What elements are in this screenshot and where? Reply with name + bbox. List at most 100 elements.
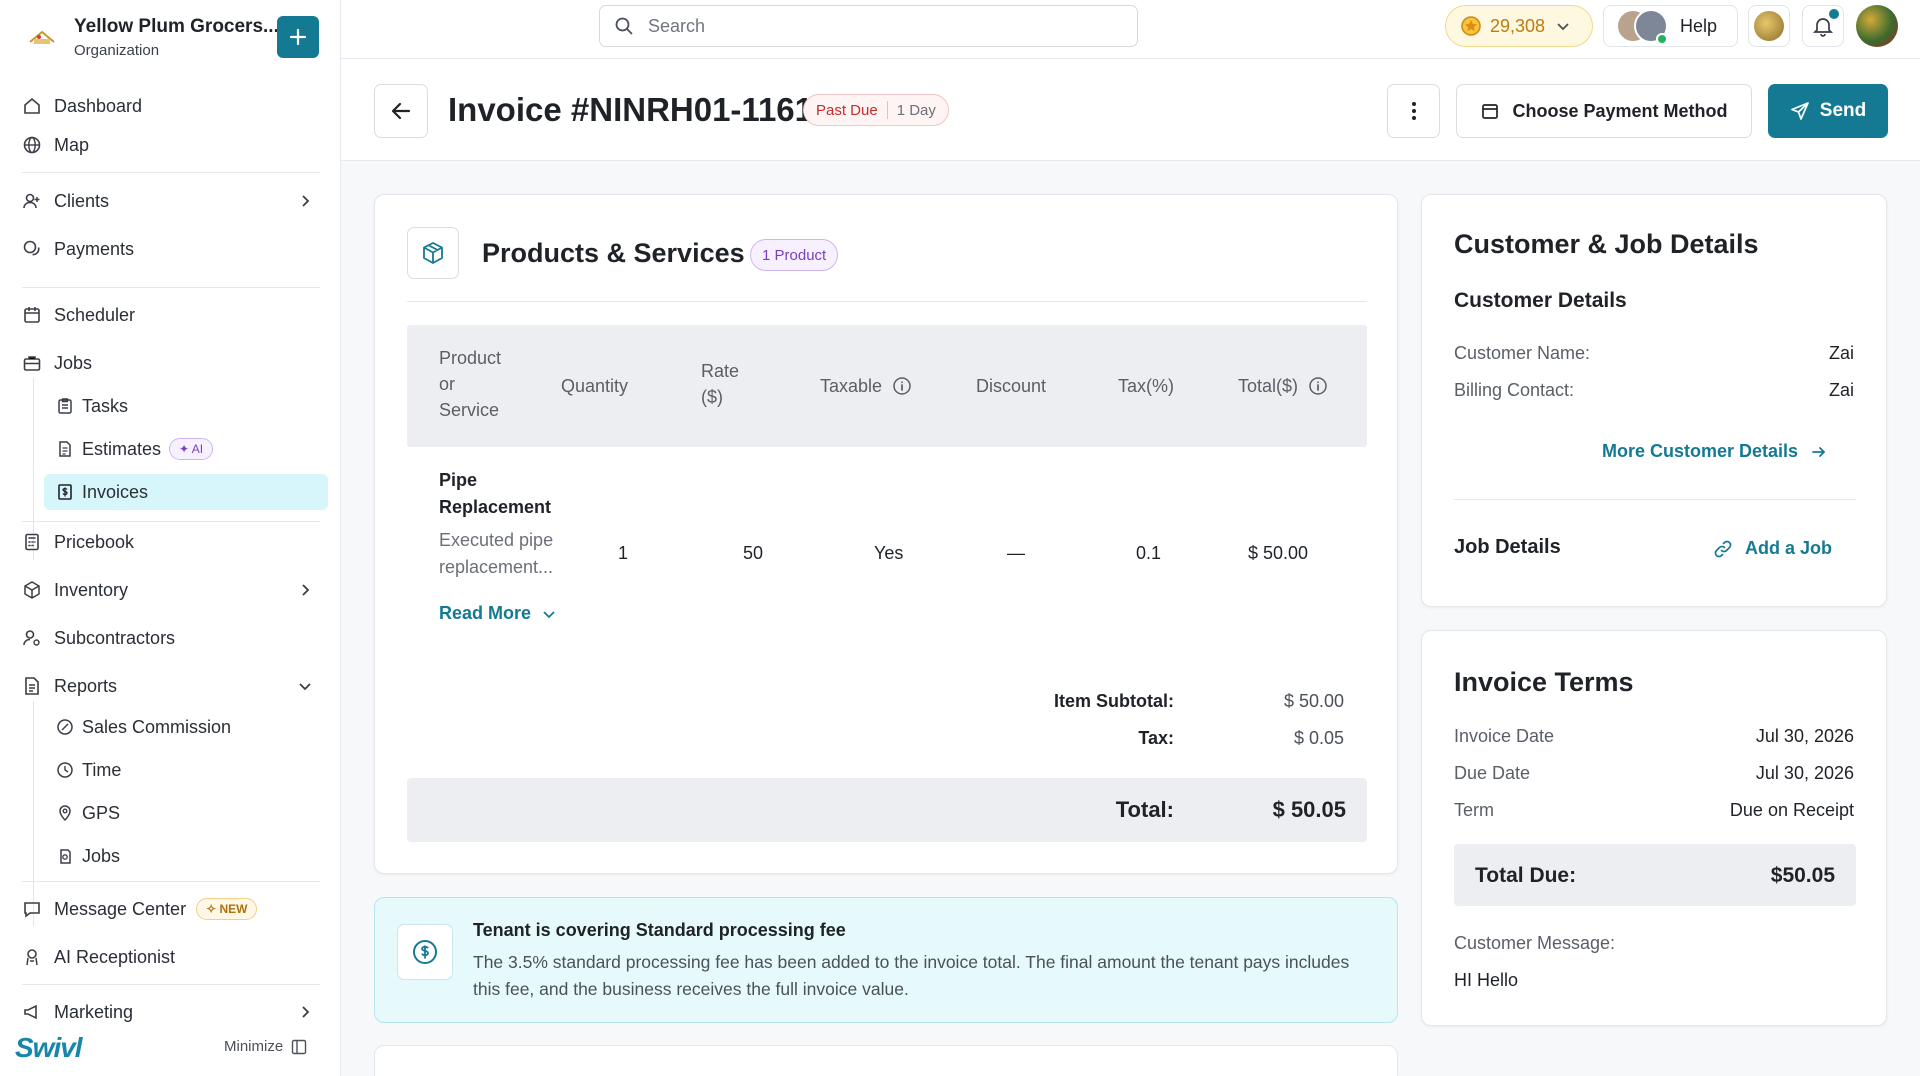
sidebar-item-label: Time bbox=[82, 759, 122, 780]
back-button[interactable] bbox=[374, 84, 428, 138]
sidebar-item-tasks[interactable]: Tasks bbox=[44, 388, 328, 424]
arrow-right-icon bbox=[1812, 446, 1826, 457]
read-more-link[interactable]: Read More bbox=[439, 603, 557, 624]
info-icon[interactable] bbox=[1308, 376, 1328, 396]
customer-message-label: Customer Message: bbox=[1454, 933, 1616, 953]
search-input[interactable]: Search bbox=[599, 5, 1138, 47]
coin-icon bbox=[1461, 16, 1481, 36]
sidebar-item-label: Estimates bbox=[82, 438, 162, 459]
chevron-right-icon bbox=[302, 1006, 310, 1018]
sidebar-item-jobs[interactable]: Jobs bbox=[22, 345, 320, 381]
minimize-button[interactable]: Minimize bbox=[224, 1038, 307, 1055]
customer-name-value: Zai bbox=[1828, 343, 1854, 363]
customer-message-value: HI Hello bbox=[1454, 970, 1519, 990]
sidebar-item-marketing[interactable]: Marketing bbox=[22, 994, 320, 1030]
megaphone-icon bbox=[22, 1002, 42, 1022]
notifications-button[interactable] bbox=[1802, 5, 1844, 47]
new-badge: ✧ NEW bbox=[196, 898, 258, 920]
sidebar-item-label: Jobs bbox=[54, 352, 93, 373]
sidebar-item-label: Invoices bbox=[82, 481, 149, 502]
document-icon bbox=[56, 440, 74, 458]
choose-payment-method-button[interactable]: Choose Payment Method bbox=[1456, 84, 1752, 138]
column-header: Product or Service bbox=[439, 348, 502, 420]
sidebar-item-inventory[interactable]: Inventory bbox=[22, 572, 320, 608]
more-customer-details-link[interactable]: More Customer Details bbox=[1602, 441, 1828, 462]
message-icon bbox=[22, 899, 42, 919]
invoice-header: Invoice #NINRH01-1161 Past Due 1 Day Cho… bbox=[341, 59, 1920, 161]
divider bbox=[407, 301, 1367, 302]
sidebar-item-map[interactable]: Map bbox=[22, 127, 320, 163]
processing-fee-banner: Tenant is covering Standard processing f… bbox=[374, 897, 1398, 1023]
help-button[interactable]: Help bbox=[1603, 5, 1738, 47]
sidebar-item-time[interactable]: Time bbox=[44, 752, 328, 788]
sidebar-item-reports[interactable]: Reports bbox=[22, 668, 320, 704]
kebab-icon bbox=[1411, 102, 1416, 120]
tax-value: $ 0.05 bbox=[1293, 728, 1344, 748]
arrow-left-icon bbox=[391, 102, 411, 120]
sidebar-item-message-center[interactable]: Message Center ✧ NEW bbox=[22, 891, 320, 927]
next-section-card bbox=[374, 1045, 1398, 1076]
cell-taxable: Yes bbox=[874, 543, 904, 563]
percent-badge-icon bbox=[56, 718, 74, 736]
column-header-taxable: Taxable bbox=[820, 373, 912, 399]
divider bbox=[22, 521, 320, 522]
status-badge: Past Due 1 Day bbox=[803, 94, 949, 126]
sidebar-item-ai-receptionist[interactable]: AI Receptionist bbox=[22, 939, 320, 975]
total-value: $ 50.05 bbox=[1272, 797, 1346, 822]
brand-logo: Swivl bbox=[15, 1032, 83, 1063]
organization-switcher[interactable]: Yellow Plum Grocers... Organization bbox=[22, 14, 332, 60]
send-button[interactable]: Send bbox=[1768, 84, 1888, 138]
notification-dot bbox=[1829, 9, 1839, 19]
sidebar-item-scheduler[interactable]: Scheduler bbox=[22, 297, 320, 333]
sidebar-item-pricebook[interactable]: Pricebook bbox=[22, 524, 320, 560]
status-days: 1 Day bbox=[896, 101, 936, 119]
calculator-icon bbox=[22, 532, 42, 552]
status-label: Past Due bbox=[816, 101, 878, 119]
choose-payment-method-label: Choose Payment Method bbox=[1512, 100, 1728, 121]
sidebar-item-gps[interactable]: GPS bbox=[44, 795, 328, 831]
points-dropdown[interactable]: 29,308 bbox=[1445, 5, 1593, 47]
card-title: Customer & Job Details bbox=[1454, 229, 1759, 259]
sidebar-item-estimates[interactable]: Estimates ✦ AI bbox=[44, 431, 328, 467]
user-cog-icon bbox=[22, 628, 42, 648]
rewards-button[interactable] bbox=[1748, 5, 1790, 47]
total-row: Total: $ 50.05 bbox=[407, 778, 1367, 842]
user-avatar[interactable] bbox=[1856, 5, 1898, 47]
sidebar-item-sales-commission[interactable]: Sales Commission bbox=[44, 709, 328, 745]
sidebar-item-label: Subcontractors bbox=[54, 627, 176, 648]
chevron-right-icon bbox=[302, 584, 310, 596]
ai-badge: ✦ AI bbox=[169, 438, 214, 460]
subtotal-value: $ 50.00 bbox=[1283, 691, 1344, 711]
cell-quantity: 1 bbox=[618, 543, 629, 563]
chevron-down-icon bbox=[299, 683, 311, 691]
customer-job-details-card: Customer & Job Details Customer Details … bbox=[1421, 194, 1887, 607]
search-icon bbox=[615, 17, 633, 35]
column-header: Discount bbox=[976, 376, 1047, 396]
sidebar-item-subcontractors[interactable]: Subcontractors bbox=[22, 620, 320, 656]
sidebar-item-dashboard[interactable]: Dashboard bbox=[22, 88, 320, 124]
sidebar-item-payments[interactable]: Payments bbox=[22, 231, 320, 267]
sidebar-item-report-jobs[interactable]: Jobs bbox=[44, 838, 328, 874]
add-button[interactable] bbox=[277, 16, 319, 58]
sidebar-item-label: GPS bbox=[82, 802, 121, 823]
briefcase-icon bbox=[22, 353, 42, 373]
org-logo-icon bbox=[22, 17, 62, 57]
sidebar-item-clients[interactable]: Clients bbox=[22, 183, 320, 219]
due-date-label: Due Date bbox=[1454, 763, 1531, 783]
column-header: Quantity bbox=[561, 376, 629, 396]
more-options-button[interactable] bbox=[1387, 84, 1440, 138]
plus-icon bbox=[289, 28, 307, 46]
job-details-heading: Job Details bbox=[1454, 536, 1561, 558]
jobs-report-icon bbox=[56, 847, 74, 865]
column-header: Rate ($) bbox=[701, 361, 740, 407]
add-job-link[interactable]: Add a Job bbox=[1713, 538, 1832, 559]
coins-icon bbox=[22, 239, 42, 259]
online-status-dot bbox=[1656, 33, 1668, 45]
subtotal-label: Item Subtotal: bbox=[1054, 691, 1174, 711]
invoice-date-label: Invoice Date bbox=[1454, 726, 1555, 746]
info-icon[interactable] bbox=[892, 376, 912, 396]
package-icon bbox=[407, 227, 459, 279]
sidebar-item-invoices[interactable]: Invoices bbox=[44, 474, 328, 510]
box-icon bbox=[22, 580, 42, 600]
cell-discount: — bbox=[1007, 543, 1025, 563]
